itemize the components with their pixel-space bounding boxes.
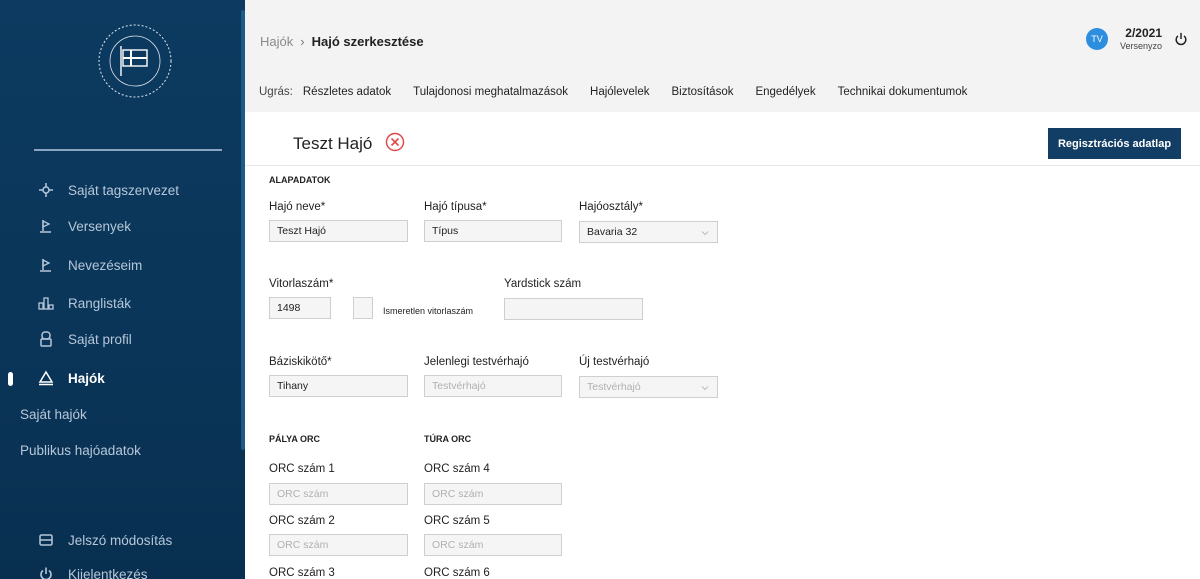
boat-name-field[interactable]: Teszt Hajó xyxy=(269,220,408,242)
boat-icon xyxy=(38,370,54,386)
boat-class-select[interactable]: Bavaria 32 xyxy=(579,221,718,243)
jump-link-technical-documents[interactable]: Technikai dokumentumok xyxy=(838,86,968,98)
avatar[interactable]: TV xyxy=(1085,27,1108,50)
sidebar-item-label: Saját tagszervezet xyxy=(68,182,180,198)
boat-type-label: Hajó típusa* xyxy=(424,201,487,213)
user-role: Versenyzo xyxy=(1119,41,1162,51)
sidebar-item-label: Saját profil xyxy=(68,331,132,347)
sidebar: Saját tagszervezet Versenyek Nevezéseim … xyxy=(0,0,245,579)
section-course-orc: PÁLYA ORC xyxy=(269,434,321,444)
chevron-down-icon xyxy=(701,383,709,391)
new-sister-boat-placeholder: Testvérhajó xyxy=(587,381,641,393)
sail-number-label: Vitorlaszám* xyxy=(269,278,334,290)
sidebar-item-own-profile[interactable]: Saját profil xyxy=(0,327,245,351)
organization-icon xyxy=(38,182,54,198)
sail-number-field[interactable]: 1498 xyxy=(269,297,331,319)
sidebar-item-own-organization[interactable]: Saját tagszervezet xyxy=(0,178,245,202)
power-icon[interactable] xyxy=(1174,32,1188,46)
orc-number-2-label: ORC szám 2 xyxy=(269,515,335,527)
jump-nav: Ugrás: Részletes adatok Tulajdonosi megh… xyxy=(259,86,989,98)
jump-link-details[interactable]: Részletes adatok xyxy=(303,86,391,98)
boat-class-value: Bavaria 32 xyxy=(587,226,638,238)
page-title: Teszt Hajó xyxy=(293,134,373,153)
orc-number-3-label: ORC szám 3 xyxy=(269,567,335,579)
flag-icon xyxy=(38,257,54,273)
breadcrumb-parent[interactable]: Hajók xyxy=(260,34,293,49)
title-row: Teszt Hajó Regisztrációs adatlap xyxy=(245,112,1200,166)
jump-link-permits[interactable]: Engedélyek xyxy=(755,86,815,98)
home-port-label: Báziskikötő* xyxy=(269,356,332,368)
user-icon xyxy=(38,331,54,347)
jump-link-boat-certificates[interactable]: Hajólevelek xyxy=(590,86,649,98)
top-header: Hajók › Hajó szerkesztése TV 2/2021 Vers… xyxy=(245,0,1200,112)
association-logo xyxy=(96,22,174,100)
boat-type-field[interactable]: Típus xyxy=(424,220,562,242)
breadcrumb-current: Hajó szerkesztése xyxy=(311,34,424,49)
sidebar-item-label: Versenyek xyxy=(68,218,132,234)
new-sister-boat-label: Új testvérhajó xyxy=(579,356,650,368)
sidebar-item-change-password[interactable]: Jelszó módosítás xyxy=(0,528,245,552)
power-icon xyxy=(38,566,54,579)
orc-number-5-label: ORC szám 5 xyxy=(424,515,490,527)
unknown-sail-number-label: Ismeretlen vitorlaszám xyxy=(383,306,474,316)
sidebar-item-label: Jelszó módosítás xyxy=(68,532,173,548)
orc-number-2-field[interactable]: ORC szám xyxy=(269,534,408,556)
new-sister-boat-select[interactable]: Testvérhajó xyxy=(579,376,718,398)
section-tour-orc: TÚRA ORC xyxy=(424,434,472,444)
sidebar-item-label: Ranglisták xyxy=(68,295,132,311)
breadcrumb: Hajók › Hajó szerkesztése xyxy=(260,34,424,49)
yardstick-label: Yardstick szám xyxy=(504,278,582,290)
sidebar-item-label: Kijelentkezés xyxy=(68,566,148,579)
sidebar-item-rankings[interactable]: Ranglisták xyxy=(0,291,245,315)
orc-number-6-label: ORC szám 6 xyxy=(424,567,490,579)
current-sister-boat-field[interactable]: Testvérhajó xyxy=(424,375,562,397)
orc-number-1-label: ORC szám 1 xyxy=(269,463,335,475)
yardstick-field[interactable] xyxy=(504,298,643,320)
sidebar-subitem-public-boat-data[interactable]: Publikus hajóadatok xyxy=(20,443,141,458)
close-icon[interactable] xyxy=(385,132,405,152)
home-port-field[interactable]: Tihany xyxy=(269,375,408,397)
sidebar-subitem-own-boats[interactable]: Saját hajók xyxy=(20,407,87,422)
password-icon xyxy=(38,532,54,548)
orc-number-5-field[interactable]: ORC szám xyxy=(424,534,562,556)
orc-number-4-label: ORC szám 4 xyxy=(424,463,490,475)
flag-icon xyxy=(38,218,54,234)
main-content: Teszt Hajó Regisztrációs adatlap ALAPADA… xyxy=(245,112,1200,579)
user-area: TV 2/2021 Versenyzo xyxy=(1085,26,1188,51)
boat-class-label: Hajóosztály* xyxy=(579,201,643,213)
jump-label: Ugrás: xyxy=(259,86,293,98)
registration-sheet-button[interactable]: Regisztrációs adatlap xyxy=(1048,128,1181,159)
sidebar-item-label: Nevezéseim xyxy=(68,257,143,273)
breadcrumb-separator: › xyxy=(300,34,305,49)
season-info: 2/2021 Versenyzo xyxy=(1120,26,1162,51)
jump-link-owner-authorizations[interactable]: Tulajdonosi meghatalmazások xyxy=(413,86,568,98)
active-indicator xyxy=(8,372,13,386)
section-basic-data: ALAPADATOK xyxy=(269,175,331,185)
jump-link-insurances[interactable]: Biztosítások xyxy=(671,86,733,98)
sidebar-item-boats[interactable]: Hajók xyxy=(0,366,245,390)
podium-icon xyxy=(38,295,54,311)
orc-number-1-field[interactable]: ORC szám xyxy=(269,483,408,505)
orc-number-4-field[interactable]: ORC szám xyxy=(424,483,562,505)
sidebar-item-my-entries[interactable]: Nevezéseim xyxy=(0,253,245,277)
sidebar-item-label: Hajók xyxy=(68,370,105,386)
sidebar-item-logout[interactable]: Kijelentkezés xyxy=(0,562,245,579)
boat-name-label: Hajó neve* xyxy=(269,201,326,213)
logo-divider xyxy=(34,149,222,151)
current-sister-boat-label: Jelenlegi testvérhajó xyxy=(424,356,529,368)
unknown-sail-number-checkbox[interactable] xyxy=(353,297,373,319)
season-year: 2/2021 xyxy=(1125,26,1162,40)
sidebar-item-competitions[interactable]: Versenyek xyxy=(0,214,245,238)
chevron-down-icon xyxy=(701,228,709,236)
